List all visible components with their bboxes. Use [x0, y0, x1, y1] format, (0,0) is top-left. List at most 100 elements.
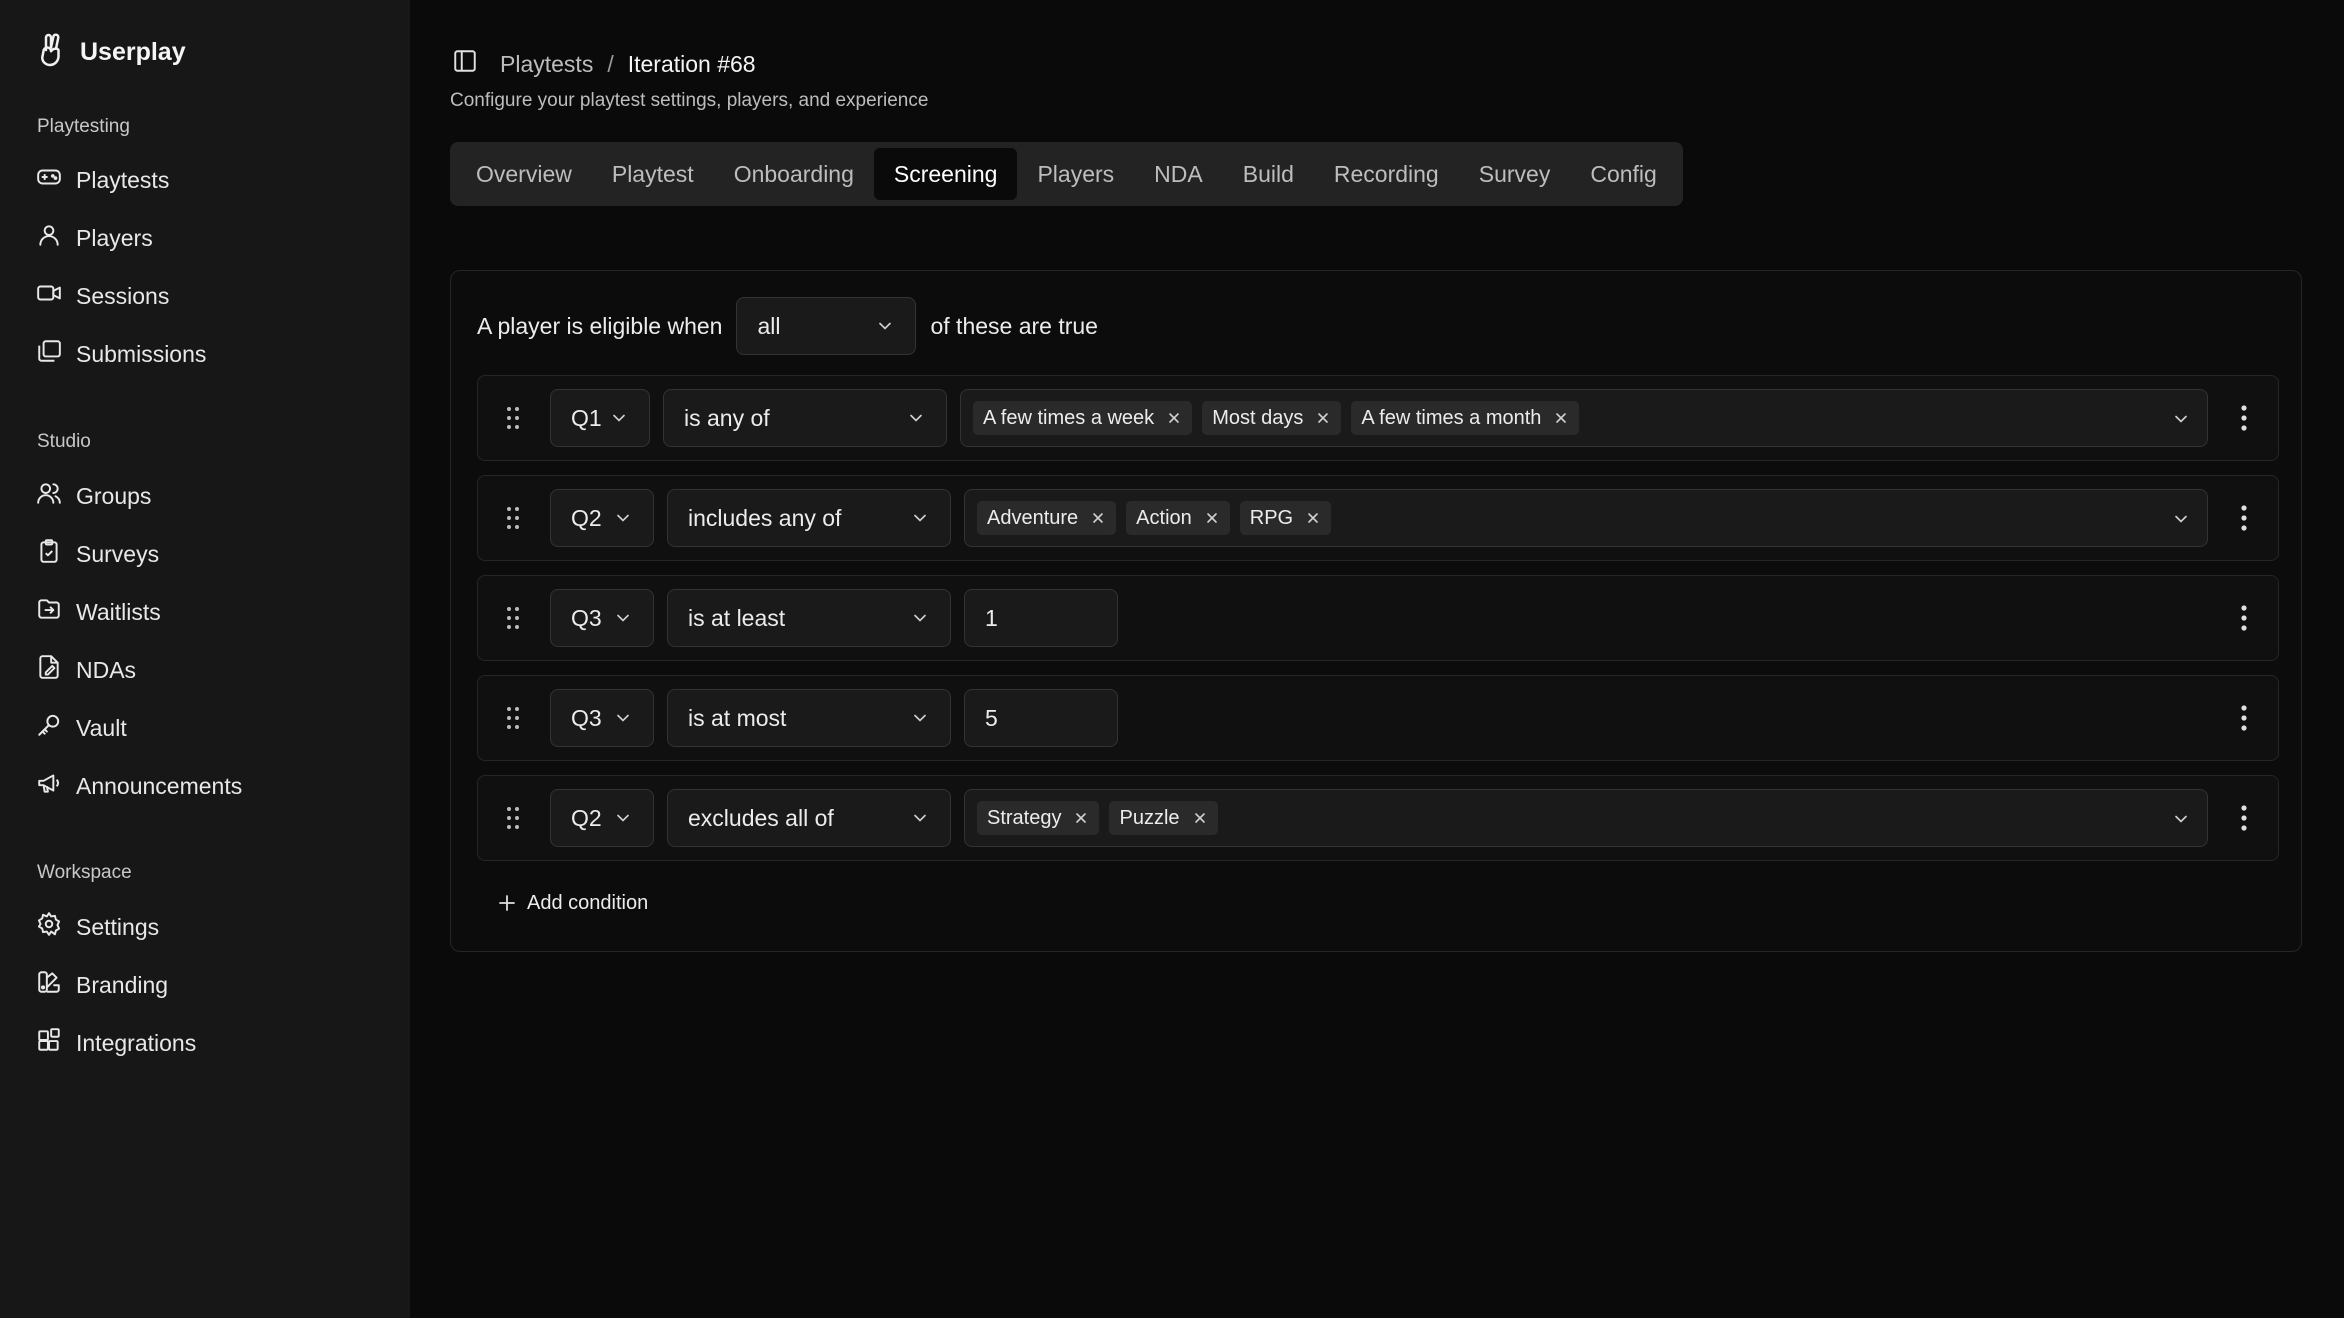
- add-condition-label: Add condition: [527, 891, 649, 914]
- section-label-workspace: Workspace: [37, 862, 132, 883]
- drag-handle-icon[interactable]: [506, 706, 520, 730]
- operator-select[interactable]: includes any of: [667, 489, 951, 547]
- sidebar-toggle-icon[interactable]: [452, 48, 478, 80]
- remove-chip-icon[interactable]: [1204, 510, 1220, 526]
- eligibility-suffix: of these are true: [930, 312, 1098, 339]
- question-select[interactable]: Q1: [550, 389, 650, 447]
- value-chip: Action: [1126, 501, 1230, 535]
- drag-handle-icon[interactable]: [506, 606, 520, 630]
- chip-label: Most days: [1212, 406, 1304, 429]
- sidebar-item-branding[interactable]: Branding: [36, 963, 376, 1007]
- sidebar-item-label: Playtests: [76, 166, 170, 193]
- tab-recording[interactable]: Recording: [1314, 148, 1459, 200]
- operator-value: is at least: [688, 604, 786, 631]
- drag-handle-icon[interactable]: [506, 506, 520, 530]
- sidebar-item-label: Vault: [76, 714, 127, 741]
- sidebar-item-integrations[interactable]: Integrations: [36, 1021, 376, 1065]
- chevron-down-icon: [879, 322, 892, 330]
- gear-icon: [36, 911, 62, 943]
- sidebar-item-label: Sessions: [76, 282, 170, 309]
- tab-players[interactable]: Players: [1017, 148, 1134, 200]
- more-options-icon[interactable]: [2240, 404, 2248, 432]
- remove-chip-icon[interactable]: [1315, 410, 1331, 426]
- match-mode-select[interactable]: all: [736, 297, 917, 355]
- remove-chip-icon[interactable]: [1553, 410, 1569, 426]
- more-options-icon[interactable]: [2240, 504, 2248, 532]
- value-chip: Adventure: [977, 501, 1117, 535]
- breadcrumb: Playtests / Iteration #68: [452, 46, 756, 82]
- chevron-down-icon: [2175, 515, 2187, 523]
- chevron-down-icon: [914, 814, 926, 822]
- blocks-icon: [36, 1027, 62, 1059]
- section-label-playtesting: Playtesting: [37, 116, 130, 137]
- tab-onboarding[interactable]: Onboarding: [714, 148, 874, 200]
- sidebar-item-label: Surveys: [76, 540, 160, 567]
- sidebar-item-playtests[interactable]: Playtests: [36, 158, 376, 202]
- more-options-icon[interactable]: [2240, 604, 2248, 632]
- values-multiselect[interactable]: A few times a week Most days A few times…: [960, 389, 2208, 447]
- sidebar-item-ndas[interactable]: NDAs: [36, 648, 376, 692]
- gallery-icon: [36, 338, 62, 370]
- question-select[interactable]: Q2: [550, 489, 654, 547]
- tab-build[interactable]: Build: [1223, 148, 1314, 200]
- question-value: Q2: [571, 504, 602, 531]
- match-mode-value: all: [757, 312, 781, 339]
- remove-chip-icon[interactable]: [1305, 510, 1321, 526]
- chevron-down-icon: [613, 414, 625, 422]
- condition-row: Q2 excludes all of Strategy Puzzle: [477, 775, 2279, 861]
- sidebar-item-submissions[interactable]: Submissions: [36, 332, 376, 376]
- question-value: Q3: [571, 704, 602, 731]
- tab-playtest[interactable]: Playtest: [592, 148, 714, 200]
- drag-handle-icon[interactable]: [506, 806, 520, 830]
- tab-nda[interactable]: NDA: [1134, 148, 1223, 200]
- chip-label: Strategy: [987, 806, 1062, 829]
- question-select[interactable]: Q2: [550, 789, 654, 847]
- chevron-down-icon: [914, 714, 926, 722]
- add-condition-button[interactable]: Add condition: [497, 887, 648, 919]
- sidebar-item-groups[interactable]: Groups: [36, 474, 376, 518]
- operator-select[interactable]: is any of: [663, 389, 947, 447]
- question-select[interactable]: Q3: [550, 689, 654, 747]
- question-value: Q2: [571, 804, 602, 831]
- sidebar-item-players[interactable]: Players: [36, 216, 376, 260]
- sidebar-item-waitlists[interactable]: Waitlists: [36, 590, 376, 634]
- eligibility-sentence: A player is eligible when all of these a…: [477, 297, 1098, 355]
- chevron-down-icon: [617, 814, 629, 822]
- tab-survey[interactable]: Survey: [1459, 148, 1571, 200]
- drag-handle-icon[interactable]: [506, 406, 520, 430]
- chevron-down-icon: [617, 714, 629, 722]
- more-options-icon[interactable]: [2240, 704, 2248, 732]
- chevron-down-icon: [617, 614, 629, 622]
- sidebar-item-announcements[interactable]: Announcements: [36, 764, 376, 808]
- brand[interactable]: Userplay: [36, 32, 186, 72]
- video-icon: [36, 280, 62, 312]
- operator-select[interactable]: is at most: [667, 689, 951, 747]
- remove-chip-icon[interactable]: [1166, 410, 1182, 426]
- operator-select[interactable]: excludes all of: [667, 789, 951, 847]
- max-value-input[interactable]: [964, 689, 1118, 747]
- sidebar-item-vault[interactable]: Vault: [36, 706, 376, 750]
- remove-chip-icon[interactable]: [1192, 810, 1208, 826]
- remove-chip-icon[interactable]: [1090, 510, 1106, 526]
- more-options-icon[interactable]: [2240, 804, 2248, 832]
- sidebar-item-settings[interactable]: Settings: [36, 905, 376, 949]
- file-signature-icon: [36, 654, 62, 686]
- min-value-input[interactable]: [964, 589, 1118, 647]
- tab-config[interactable]: Config: [1570, 148, 1676, 200]
- tab-screening[interactable]: Screening: [873, 148, 1018, 200]
- user-icon: [36, 222, 62, 254]
- sidebar-item-sessions[interactable]: Sessions: [36, 274, 376, 318]
- chip-label: A few times a week: [983, 406, 1155, 429]
- values-multiselect[interactable]: Adventure Action RPG: [964, 489, 2208, 547]
- value-chip: A few times a week: [973, 401, 1193, 435]
- breadcrumb-playtests[interactable]: Playtests: [500, 51, 593, 78]
- main-content: Playtests / Iteration #68 Configure your…: [410, 14, 2344, 1318]
- tab-overview[interactable]: Overview: [456, 148, 592, 200]
- operator-select[interactable]: is at least: [667, 589, 951, 647]
- sidebar-item-surveys[interactable]: Surveys: [36, 532, 376, 576]
- question-select[interactable]: Q3: [550, 589, 654, 647]
- palette-icon: [36, 969, 62, 1001]
- remove-chip-icon[interactable]: [1073, 810, 1089, 826]
- values-multiselect[interactable]: Strategy Puzzle: [964, 789, 2208, 847]
- chevron-down-icon: [2175, 815, 2187, 823]
